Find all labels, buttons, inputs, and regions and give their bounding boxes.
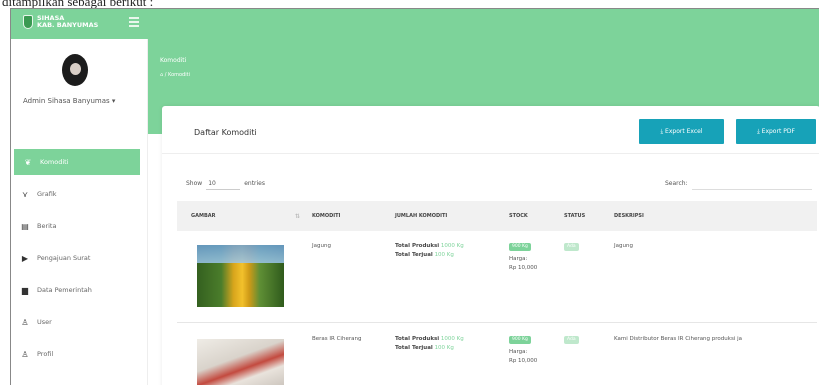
send-icon: ▶ — [21, 253, 29, 263]
komoditi-name: Jagung — [312, 243, 331, 249]
sidebar-item-label: Berita — [37, 222, 57, 230]
sidebar-item-komoditi[interactable]: ❦ Komoditi — [14, 149, 140, 175]
status-cell: Ada — [564, 242, 579, 251]
column-header-status[interactable]: STATUS — [564, 213, 585, 219]
status-badge: Ada — [564, 336, 579, 344]
table-row: Jagung Total Produksi 1000 Kg Total Terj… — [177, 231, 817, 323]
search-label: Search: — [665, 180, 688, 187]
page-title: Komoditi — [160, 57, 187, 64]
commodity-image-beras — [197, 339, 284, 385]
news-icon: ▤ — [21, 221, 29, 231]
top-bar: SIHASA KAB. BANYUMAS — [11, 9, 819, 39]
sidebar-item-label: Data Pemerintah — [37, 286, 92, 294]
sidebar-item-pengajuan-surat[interactable]: ▶ Pengajuan Surat — [11, 245, 147, 271]
jumlah-komoditi: Total Produksi 1000 Kg Total Terjual 100… — [395, 243, 464, 258]
card-title: Daftar Komoditi — [194, 128, 257, 137]
document-caption: ditampilkan sebagai berikut : — [2, 0, 154, 8]
sidebar: Admin Sihasa Banyumas ▾ ❦ Komoditi ⋎ Gra… — [11, 39, 148, 385]
logo-icon — [23, 15, 33, 29]
profile-icon: ♙ — [21, 349, 29, 359]
menu-toggle-icon[interactable] — [129, 17, 139, 27]
stock-cell: 900 Kg Harga: Rp 10,000 — [509, 243, 538, 271]
user-icon: ♙ — [21, 317, 29, 327]
sidebar-item-label: Grafik — [37, 190, 57, 198]
sidebar-item-user[interactable]: ♙ User — [11, 309, 147, 335]
column-header-jumlah[interactable]: JUMLAH KOMODITI — [395, 213, 447, 219]
breadcrumb[interactable]: ⌂ / Komoditi — [160, 72, 190, 78]
sort-icon[interactable]: ⇅ — [295, 213, 300, 220]
table-header: GAMBAR ⇅ KOMODITI JUMLAH KOMODITI STOCK … — [177, 201, 817, 231]
stock-cell: 900 Kg Harga: Rp 10,000 — [509, 336, 538, 364]
sidebar-item-berita[interactable]: ▤ Berita — [11, 213, 147, 239]
komoditi-card: Daftar Komoditi ⤓ Export Excel ⤓ Export … — [162, 106, 819, 385]
export-pdf-button[interactable]: ⤓ Export PDF — [736, 119, 816, 144]
entries-select[interactable]: 10 — [206, 177, 241, 190]
sidebar-item-data-pemerintah[interactable]: ▆ Data Pemerintah — [11, 277, 147, 303]
stock-badge: 900 Kg — [509, 243, 531, 251]
show-label: Show — [186, 180, 203, 187]
sidebar-nav: ❦ Komoditi ⋎ Grafik ▤ Berita ▶ Pengajuan… — [11, 149, 147, 373]
column-header-gambar[interactable]: GAMBAR — [191, 213, 215, 219]
search-input[interactable] — [691, 177, 812, 190]
jumlah-komoditi: Total Produksi 1000 Kg Total Terjual 100… — [395, 336, 464, 351]
brand-line-2: KAB. BANYUMAS — [37, 21, 99, 29]
status-cell: Ada — [564, 335, 579, 344]
app-window: SIHASA KAB. BANYUMAS Admin Sihasa Banyum… — [10, 8, 819, 385]
komoditi-name: Beras IR Ciherang — [312, 336, 362, 342]
show-entries: Show 10 entries — [186, 177, 265, 190]
sidebar-item-label: Komoditi — [40, 158, 69, 166]
brand-text: SIHASA KAB. BANYUMAS — [37, 15, 98, 29]
commodity-image-jagung — [197, 245, 284, 307]
avatar — [62, 54, 88, 86]
deskripsi-cell: Jagung — [614, 243, 633, 249]
sidebar-item-grafik[interactable]: ⋎ Grafik — [11, 181, 147, 207]
database-icon: ▆ — [21, 285, 29, 295]
column-header-komoditi[interactable]: KOMODITI — [312, 213, 340, 219]
sidebar-item-label: User — [37, 318, 52, 326]
sidebar-item-label: Profil — [37, 350, 54, 358]
table-row: Beras IR Ciherang Total Produksi 1000 Kg… — [177, 323, 817, 385]
leaf-icon: ❦ — [24, 157, 32, 167]
brand-logo[interactable]: SIHASA KAB. BANYUMAS — [23, 15, 98, 29]
card-divider — [162, 153, 819, 154]
chart-icon: ⋎ — [22, 189, 28, 199]
sidebar-item-profil[interactable]: ♙ Profil — [11, 341, 147, 367]
user-menu[interactable]: Admin Sihasa Banyumas ▾ — [23, 97, 115, 105]
stock-badge: 900 Kg — [509, 336, 531, 344]
entries-label: entries — [244, 180, 266, 187]
search-box: Search: — [665, 177, 812, 190]
column-header-stock[interactable]: STOCK — [509, 213, 528, 219]
status-badge: Ada — [564, 243, 579, 251]
sidebar-item-label: Pengajuan Surat — [37, 254, 91, 262]
deskripsi-cell: Kami Distributor Beras IR Ciherang produ… — [614, 336, 742, 342]
column-header-deskripsi[interactable]: DESKRIPSI — [614, 213, 644, 219]
export-excel-button[interactable]: ⤓ Export Excel — [639, 119, 724, 144]
